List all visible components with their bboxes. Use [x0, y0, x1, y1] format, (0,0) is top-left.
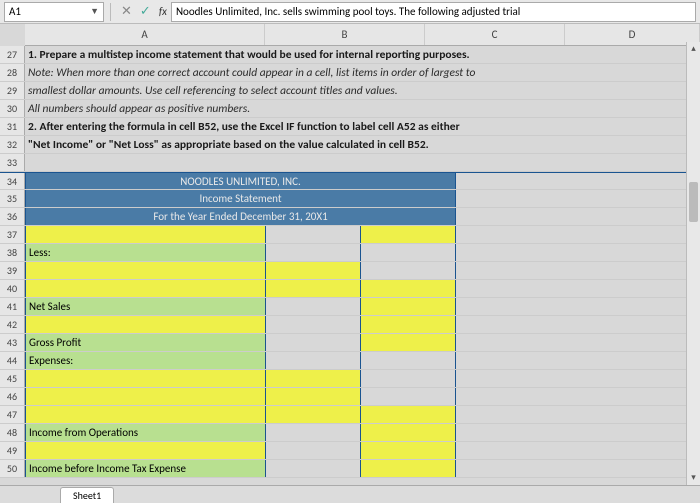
row-header[interactable]: 40 — [0, 280, 25, 297]
row-header[interactable]: 41 — [0, 298, 25, 315]
cell-B42[interactable] — [266, 316, 361, 333]
cell-C42[interactable] — [361, 316, 456, 333]
cell-A32[interactable]: "Net Income" or "Net Loss" as appropriat… — [25, 138, 700, 152]
cell-A39[interactable] — [26, 262, 266, 279]
row-header[interactable]: 36 — [0, 208, 25, 225]
row-header[interactable]: 47 — [0, 406, 25, 423]
cell-C39[interactable] — [361, 262, 456, 279]
cell-merged-34[interactable]: NOODLES UNLIMITED, INC. — [26, 173, 456, 189]
cell-B46[interactable] — [266, 388, 361, 405]
cell-B48[interactable] — [266, 424, 361, 441]
cell-C49[interactable] — [361, 442, 456, 459]
cell-A42[interactable] — [26, 316, 266, 333]
formula-bar[interactable]: Noodles Unlimited, Inc. sells swimming p… — [171, 2, 696, 22]
cell-A50[interactable]: Income before Income Tax Expense — [26, 460, 266, 477]
row-header[interactable]: 45 — [0, 370, 25, 387]
name-box[interactable]: A1 ▼ — [4, 2, 104, 22]
cell-C45[interactable] — [361, 370, 456, 387]
cell-A40[interactable] — [26, 280, 266, 297]
cell-B41[interactable] — [266, 298, 361, 315]
cell-A46[interactable] — [26, 388, 266, 405]
formula-bar-row: A1 ▼ ✕ ✓ fx Noodles Unlimited, Inc. sell… — [0, 0, 700, 24]
row-header[interactable]: 31 — [0, 118, 25, 135]
col-header-B[interactable]: B — [265, 24, 425, 45]
cell-A33[interactable] — [25, 154, 700, 171]
row-header[interactable]: 34 — [0, 173, 25, 189]
cell-B47[interactable] — [266, 406, 361, 423]
row-header[interactable]: 37 — [0, 226, 25, 243]
cell-B37[interactable] — [266, 226, 361, 243]
cell-B50[interactable] — [266, 460, 361, 477]
sheet-tabs-bar: Sheet1 — [0, 485, 700, 503]
cancel-icon[interactable]: ✕ — [117, 4, 136, 19]
spreadsheet-grid[interactable]: 271. Prepare a multistep income statemen… — [0, 46, 700, 478]
column-headers: A B C D — [25, 24, 700, 46]
cell-A27[interactable]: 1. Prepare a multistep income statement … — [25, 48, 700, 62]
formula-text: Noodles Unlimited, Inc. sells swimming p… — [176, 5, 520, 18]
cell-merged-35[interactable]: Income Statement — [26, 190, 456, 207]
row-header[interactable]: 46 — [0, 388, 25, 405]
cell-C50[interactable] — [361, 460, 456, 477]
cell-A47[interactable] — [26, 406, 266, 423]
chevron-down-icon[interactable]: ▼ — [90, 6, 99, 17]
cell-A45[interactable] — [26, 370, 266, 387]
vertical-scrollbar[interactable]: ▴ ▾ — [686, 42, 700, 485]
cell-C48[interactable] — [361, 424, 456, 441]
cell-A37[interactable] — [26, 226, 266, 243]
cell-C41[interactable] — [361, 298, 456, 315]
cell-C43[interactable] — [361, 334, 456, 351]
cell-A44[interactable]: Expenses: — [26, 352, 266, 369]
col-header-A[interactable]: A — [25, 24, 265, 45]
accept-icon[interactable]: ✓ — [136, 4, 155, 19]
row-header[interactable]: 28 — [0, 64, 25, 81]
scroll-down-icon[interactable]: ▾ — [687, 471, 700, 485]
separator — [110, 3, 111, 21]
row-header[interactable]: 49 — [0, 442, 25, 459]
cell-C46[interactable] — [361, 388, 456, 405]
cell-B49[interactable] — [266, 442, 361, 459]
cell-merged-36[interactable]: For the Year Ended December 31, 20X1 — [26, 208, 456, 225]
cell-A43[interactable]: Gross Profit — [26, 334, 266, 351]
row-header[interactable]: 39 — [0, 262, 25, 279]
cell-C38[interactable] — [361, 244, 456, 261]
cell-A29[interactable]: smallest dollar amounts. Use cell refere… — [25, 84, 700, 98]
col-header-C[interactable]: C — [425, 24, 565, 45]
cell-A48[interactable]: Income from Operations — [26, 424, 266, 441]
cell-A38[interactable]: Less: — [26, 244, 266, 261]
scroll-thumb[interactable] — [689, 182, 698, 222]
cell-A31[interactable]: 2. After entering the formula in cell B5… — [25, 120, 700, 134]
cell-C37[interactable] — [361, 226, 456, 243]
name-box-value: A1 — [9, 5, 21, 18]
sheet-tab[interactable]: Sheet1 — [60, 487, 114, 503]
col-header-D[interactable]: D — [565, 24, 700, 45]
cell-A49[interactable] — [26, 442, 266, 459]
cell-B38[interactable] — [266, 244, 361, 261]
row-header[interactable]: 48 — [0, 424, 25, 441]
row-header[interactable]: 33 — [0, 154, 25, 171]
cell-B45[interactable] — [266, 370, 361, 387]
cell-A30[interactable]: All numbers should appear as positive nu… — [25, 102, 700, 116]
cell-C40[interactable] — [361, 280, 456, 297]
row-header[interactable]: 42 — [0, 316, 25, 333]
cell-C44[interactable] — [361, 352, 456, 369]
row-header[interactable]: 38 — [0, 244, 25, 261]
fx-icon[interactable]: fx — [155, 5, 171, 18]
row-header[interactable]: 27 — [0, 46, 25, 63]
row-header[interactable]: 35 — [0, 190, 25, 207]
cell-B44[interactable] — [266, 352, 361, 369]
scroll-up-icon[interactable]: ▴ — [687, 42, 700, 56]
cell-B40[interactable] — [266, 280, 361, 297]
row-header[interactable]: 32 — [0, 136, 25, 153]
row-header[interactable]: 50 — [0, 460, 25, 477]
cell-C47[interactable] — [361, 406, 456, 423]
row-header[interactable]: 44 — [0, 352, 25, 369]
cell-B43[interactable] — [266, 334, 361, 351]
row-header[interactable]: 29 — [0, 82, 25, 99]
cell-A41[interactable]: Net Sales — [26, 298, 266, 315]
cell-B39[interactable] — [266, 262, 361, 279]
cell-A28[interactable]: Note: When more than one correct account… — [25, 66, 700, 80]
row-header[interactable]: 43 — [0, 334, 25, 351]
row-header[interactable]: 30 — [0, 100, 25, 117]
